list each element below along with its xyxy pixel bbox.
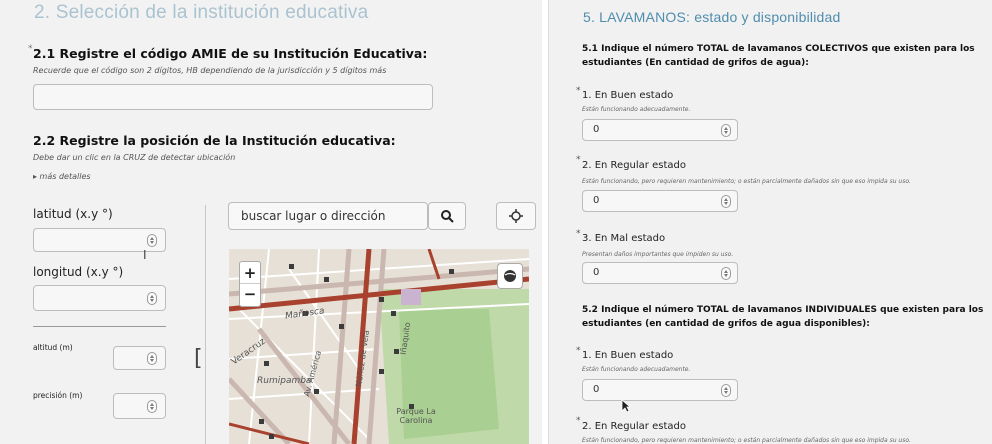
colectivos-regular-label: 2. En Regular estado xyxy=(582,160,686,171)
longitude-input[interactable] xyxy=(33,285,166,311)
precision-label: precisión (m) xyxy=(33,391,83,400)
map-zoom-control: + − xyxy=(239,261,261,307)
individuales-buen-spinner[interactable] xyxy=(721,384,731,397)
precision-input[interactable] xyxy=(113,393,166,419)
colectivos-mal-value: 0 xyxy=(593,267,600,278)
question-position-title: 2.2 Registre la posición de la Instituci… xyxy=(33,133,396,148)
more-details-toggle[interactable]: ▸ más detalles xyxy=(33,172,91,181)
colectivos-buen-hint: Están funcionando adecuadamente. xyxy=(582,106,691,113)
map-label-rumipamba: Rumipamba xyxy=(257,376,312,386)
section-title-institution: 2. Selección de la institución educativa xyxy=(34,2,369,23)
search-placeholder: buscar lugar o dirección xyxy=(241,209,386,223)
amie-code-input[interactable] xyxy=(33,84,433,110)
longitude-spinner[interactable] xyxy=(147,292,157,305)
altitude-label: altitud (m) xyxy=(33,343,73,352)
map-label-parque: Parque La Carolina xyxy=(396,407,436,425)
question-colectivos-title: 5.1 Indique el número TOTAL de lavamanos… xyxy=(582,44,975,68)
vertical-divider xyxy=(205,205,206,444)
section-title-lavamanos: 5. LAVAMANOS: estado y disponibilidad xyxy=(583,9,841,25)
colectivos-regular-value: 0 xyxy=(593,195,600,206)
search-button[interactable] xyxy=(428,202,466,230)
globe-icon xyxy=(504,270,516,282)
map-tiles xyxy=(229,249,529,444)
question-amie-title: 2.1 Registre el código AMIE de su Instit… xyxy=(33,46,428,61)
right-form-panel: 5. LAVAMANOS: estado y disponibilidad 5.… xyxy=(548,0,992,444)
precision-spinner[interactable] xyxy=(147,400,157,413)
altitude-spinner[interactable] xyxy=(147,352,157,365)
required-marker: * xyxy=(576,155,581,165)
bracket-glyph: [ xyxy=(194,346,203,371)
location-map[interactable]: Mañosca Veracruz Rumipamba Núñez de Vela… xyxy=(229,249,529,444)
individuales-regular-label: 2. En Regular estado xyxy=(582,421,686,432)
individuales-regular-hint: Están funcionando, pero requieren manten… xyxy=(582,437,911,444)
map-layers-button[interactable] xyxy=(497,263,523,289)
individuales-buen-hint: Están funcionando adecuadamente. xyxy=(582,366,691,373)
required-marker: * xyxy=(576,229,581,239)
colectivos-mal-label: 3. En Mal estado xyxy=(582,233,666,244)
detect-location-button[interactable] xyxy=(496,202,536,230)
longitude-label: longitud (x.y °) xyxy=(33,265,124,279)
required-marker: * xyxy=(28,44,33,54)
question-individuales-title: 5.2 Indique el número TOTAL de lavamanos… xyxy=(582,305,984,329)
colectivos-regular-input[interactable]: 0 xyxy=(582,190,738,212)
divider xyxy=(33,326,166,327)
colectivos-buen-spinner[interactable] xyxy=(721,124,731,137)
colectivos-mal-hint: Presentan daños importantes que impiden … xyxy=(582,251,734,258)
required-marker: * xyxy=(576,86,581,96)
required-marker: * xyxy=(576,416,581,426)
mouse-pointer-icon xyxy=(621,399,631,413)
colectivos-mal-spinner[interactable] xyxy=(721,267,731,280)
zoom-out-button[interactable]: − xyxy=(240,284,260,306)
required-marker: * xyxy=(576,346,581,356)
search-icon xyxy=(441,210,454,223)
colectivos-regular-hint: Están funcionando, pero requieren manten… xyxy=(582,178,911,185)
colectivos-buen-label: 1. En Buen estado xyxy=(582,90,674,101)
left-form-panel: 2. Selección de la institución educativa… xyxy=(0,0,542,444)
location-search-input[interactable]: buscar lugar o dirección xyxy=(228,202,428,230)
colectivos-regular-spinner[interactable] xyxy=(721,195,731,208)
colectivos-mal-input[interactable]: 0 xyxy=(582,262,738,284)
text-cursor-icon: I xyxy=(143,248,147,262)
crosshair-icon xyxy=(509,209,523,223)
individuales-buen-input[interactable]: 0 xyxy=(582,379,738,401)
colectivos-buen-value: 0 xyxy=(593,124,600,135)
latitude-label: latitud (x.y °) xyxy=(33,207,113,221)
latitude-spinner[interactable] xyxy=(147,234,157,247)
colectivos-buen-input[interactable]: 0 xyxy=(582,119,738,141)
question-position-hint: Debe dar un clic en la CRUZ de detectar … xyxy=(33,153,236,162)
altitude-input[interactable] xyxy=(113,346,166,370)
individuales-buen-label: 1. En Buen estado xyxy=(582,350,674,361)
question-amie-hint: Recuerde que el código son 2 dígitos, HB… xyxy=(33,66,387,75)
zoom-in-button[interactable]: + xyxy=(240,262,260,284)
individuales-buen-value: 0 xyxy=(593,384,600,395)
